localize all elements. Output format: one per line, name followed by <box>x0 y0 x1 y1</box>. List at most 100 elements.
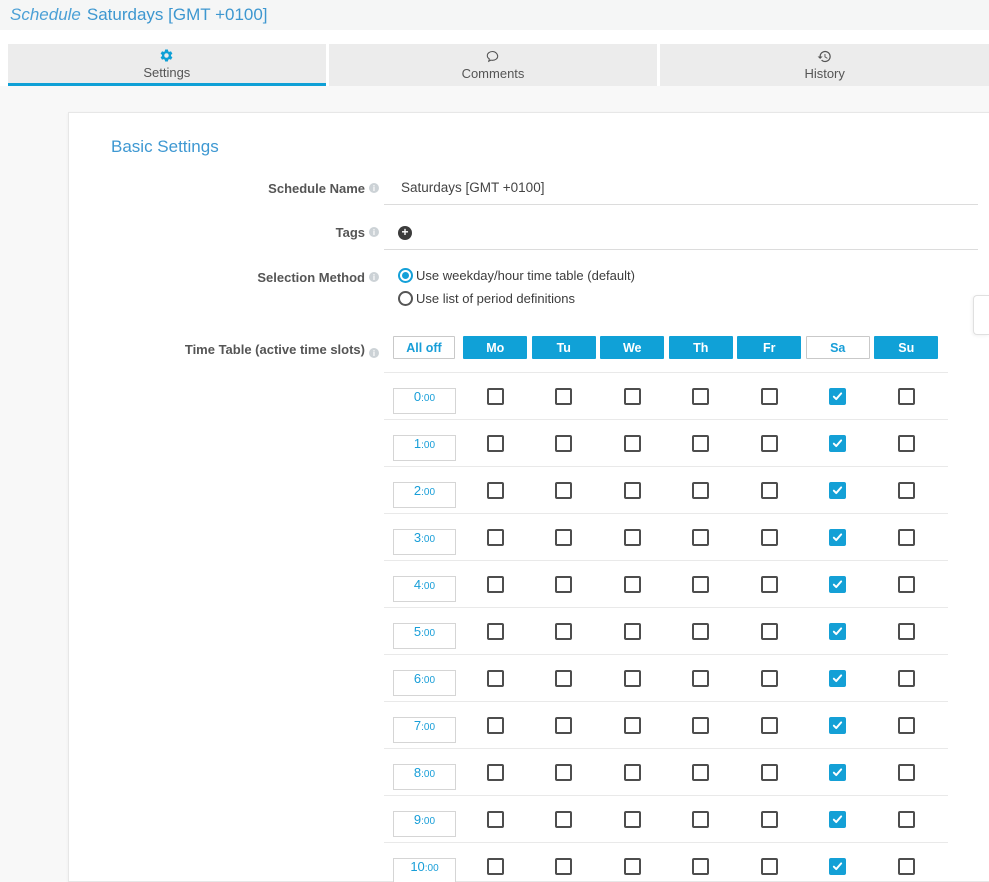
hour-button-0[interactable]: 0:00 <box>393 388 456 414</box>
time-slot-checkbox-2-su[interactable] <box>898 482 915 499</box>
day-toggle-sa[interactable]: Sa <box>806 336 870 359</box>
tab-history[interactable]: History <box>660 44 989 86</box>
time-slot-checkbox-6-fr[interactable] <box>761 670 778 687</box>
tab-settings[interactable]: Settings <box>8 44 326 86</box>
time-slot-checkbox-0-sa[interactable] <box>829 388 846 405</box>
time-slot-checkbox-4-tu[interactable] <box>555 576 572 593</box>
hour-button-10[interactable]: 10:00 <box>393 858 456 882</box>
time-slot-checkbox-9-fr[interactable] <box>761 811 778 828</box>
time-slot-checkbox-2-th[interactable] <box>692 482 709 499</box>
time-slot-checkbox-5-we[interactable] <box>624 623 641 640</box>
time-slot-checkbox-9-su[interactable] <box>898 811 915 828</box>
time-slot-checkbox-0-th[interactable] <box>692 388 709 405</box>
time-slot-checkbox-7-fr[interactable] <box>761 717 778 734</box>
day-toggle-th[interactable]: Th <box>669 336 733 359</box>
time-slot-checkbox-10-mo[interactable] <box>487 858 504 875</box>
day-toggle-fr[interactable]: Fr <box>737 336 801 359</box>
time-slot-checkbox-3-th[interactable] <box>692 529 709 546</box>
time-slot-checkbox-6-sa[interactable] <box>829 670 846 687</box>
time-slot-checkbox-3-fr[interactable] <box>761 529 778 546</box>
time-slot-checkbox-7-sa[interactable] <box>829 717 846 734</box>
time-slot-checkbox-2-sa[interactable] <box>829 482 846 499</box>
time-slot-checkbox-6-tu[interactable] <box>555 670 572 687</box>
time-slot-checkbox-6-we[interactable] <box>624 670 641 687</box>
time-slot-checkbox-8-mo[interactable] <box>487 764 504 781</box>
time-slot-checkbox-5-th[interactable] <box>692 623 709 640</box>
info-icon[interactable]: i <box>369 183 379 193</box>
time-slot-checkbox-0-su[interactable] <box>898 388 915 405</box>
time-slot-checkbox-10-su[interactable] <box>898 858 915 875</box>
hour-button-5[interactable]: 5:00 <box>393 623 456 649</box>
time-slot-checkbox-0-tu[interactable] <box>555 388 572 405</box>
time-slot-checkbox-2-we[interactable] <box>624 482 641 499</box>
radio-option-periods[interactable]: Use list of period definitions <box>398 291 978 306</box>
time-slot-checkbox-10-tu[interactable] <box>555 858 572 875</box>
time-slot-checkbox-5-mo[interactable] <box>487 623 504 640</box>
time-slot-checkbox-1-sa[interactable] <box>829 435 846 452</box>
time-slot-checkbox-4-th[interactable] <box>692 576 709 593</box>
day-toggle-we[interactable]: We <box>600 336 664 359</box>
time-slot-checkbox-10-sa[interactable] <box>829 858 846 875</box>
time-slot-checkbox-3-mo[interactable] <box>487 529 504 546</box>
time-slot-checkbox-10-we[interactable] <box>624 858 641 875</box>
time-slot-checkbox-9-sa[interactable] <box>829 811 846 828</box>
time-slot-checkbox-10-fr[interactable] <box>761 858 778 875</box>
day-toggle-su[interactable]: Su <box>874 336 938 359</box>
time-slot-checkbox-1-mo[interactable] <box>487 435 504 452</box>
time-slot-checkbox-5-sa[interactable] <box>829 623 846 640</box>
time-slot-checkbox-3-tu[interactable] <box>555 529 572 546</box>
add-tag-button[interactable]: + <box>398 226 412 240</box>
time-slot-checkbox-4-sa[interactable] <box>829 576 846 593</box>
time-slot-checkbox-7-th[interactable] <box>692 717 709 734</box>
time-slot-checkbox-4-fr[interactable] <box>761 576 778 593</box>
time-slot-checkbox-9-we[interactable] <box>624 811 641 828</box>
radio-option-timetable[interactable]: Use weekday/hour time table (default) <box>398 268 978 283</box>
day-toggle-tu[interactable]: Tu <box>532 336 596 359</box>
time-slot-checkbox-4-mo[interactable] <box>487 576 504 593</box>
time-slot-checkbox-1-th[interactable] <box>692 435 709 452</box>
info-icon[interactable]: i <box>369 227 379 237</box>
time-slot-checkbox-1-fr[interactable] <box>761 435 778 452</box>
time-slot-checkbox-6-su[interactable] <box>898 670 915 687</box>
hour-button-9[interactable]: 9:00 <box>393 811 456 837</box>
time-slot-checkbox-6-mo[interactable] <box>487 670 504 687</box>
time-slot-checkbox-9-mo[interactable] <box>487 811 504 828</box>
info-icon[interactable]: i <box>369 348 379 358</box>
time-slot-checkbox-10-th[interactable] <box>692 858 709 875</box>
time-slot-checkbox-9-th[interactable] <box>692 811 709 828</box>
time-slot-checkbox-8-th[interactable] <box>692 764 709 781</box>
time-slot-checkbox-7-we[interactable] <box>624 717 641 734</box>
time-slot-checkbox-5-fr[interactable] <box>761 623 778 640</box>
time-slot-checkbox-9-tu[interactable] <box>555 811 572 828</box>
all-off-button[interactable]: All off <box>393 336 455 359</box>
hour-button-3[interactable]: 3:00 <box>393 529 456 555</box>
time-slot-checkbox-5-tu[interactable] <box>555 623 572 640</box>
time-slot-checkbox-3-sa[interactable] <box>829 529 846 546</box>
day-toggle-mo[interactable]: Mo <box>463 336 527 359</box>
time-slot-checkbox-0-we[interactable] <box>624 388 641 405</box>
time-slot-checkbox-2-fr[interactable] <box>761 482 778 499</box>
time-slot-checkbox-4-we[interactable] <box>624 576 641 593</box>
time-slot-checkbox-6-th[interactable] <box>692 670 709 687</box>
time-slot-checkbox-8-fr[interactable] <box>761 764 778 781</box>
time-slot-checkbox-8-sa[interactable] <box>829 764 846 781</box>
time-slot-checkbox-5-su[interactable] <box>898 623 915 640</box>
time-slot-checkbox-2-tu[interactable] <box>555 482 572 499</box>
time-slot-checkbox-8-su[interactable] <box>898 764 915 781</box>
time-slot-checkbox-3-su[interactable] <box>898 529 915 546</box>
time-slot-checkbox-1-su[interactable] <box>898 435 915 452</box>
time-slot-checkbox-4-su[interactable] <box>898 576 915 593</box>
hour-button-6[interactable]: 6:00 <box>393 670 456 696</box>
time-slot-checkbox-0-fr[interactable] <box>761 388 778 405</box>
time-slot-checkbox-8-tu[interactable] <box>555 764 572 781</box>
time-slot-checkbox-1-tu[interactable] <box>555 435 572 452</box>
hour-button-2[interactable]: 2:00 <box>393 482 456 508</box>
hour-button-4[interactable]: 4:00 <box>393 576 456 602</box>
schedule-name-input[interactable] <box>384 180 978 205</box>
side-panel-handle[interactable] <box>973 295 989 335</box>
time-slot-checkbox-3-we[interactable] <box>624 529 641 546</box>
hour-button-8[interactable]: 8:00 <box>393 764 456 790</box>
time-slot-checkbox-1-we[interactable] <box>624 435 641 452</box>
time-slot-checkbox-0-mo[interactable] <box>487 388 504 405</box>
time-slot-checkbox-7-su[interactable] <box>898 717 915 734</box>
